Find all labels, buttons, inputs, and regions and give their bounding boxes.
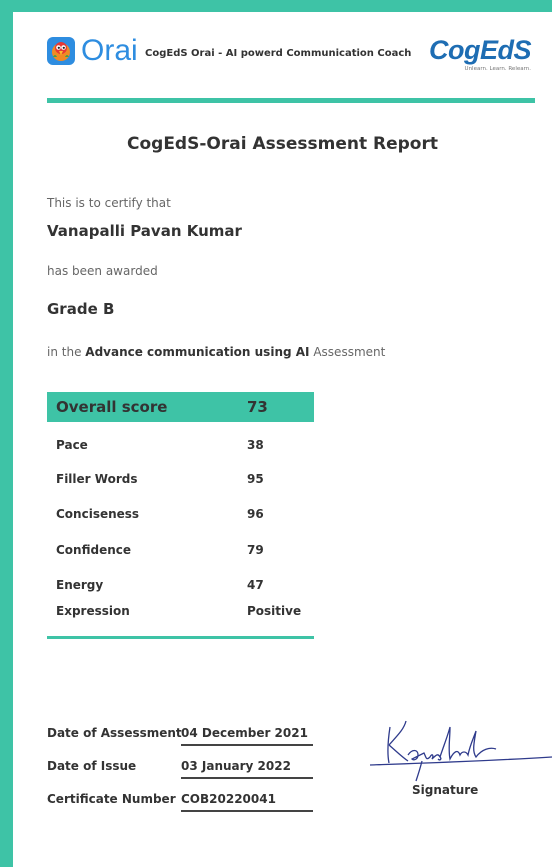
header-tagline: CogEdS Orai - AI powerd Communication Co…: [145, 48, 412, 59]
score-value: 79: [247, 543, 264, 557]
score-value: Positive: [247, 604, 302, 618]
parrot-icon: [47, 37, 75, 65]
assessment-suffix: Assessment: [313, 345, 386, 359]
score-label: Filler Words: [56, 472, 138, 486]
score-value: 96: [247, 507, 264, 521]
cogeds-motto: Unlearn. Learn. Relearn.: [464, 66, 531, 72]
orai-brand: Orai: [81, 34, 138, 67]
score-label: Pace: [56, 438, 88, 452]
score-value: 95: [247, 472, 264, 486]
assessment-name: Advance communication using AI: [85, 345, 310, 359]
date-of-issue-value: 03 January 2022: [181, 759, 313, 779]
assessment-prefix: in the: [47, 345, 82, 359]
grade: Grade B: [47, 300, 115, 318]
awarded-text: has been awarded: [47, 264, 158, 278]
cogeds-brand: CogEdS: [429, 35, 532, 65]
header-divider: [47, 98, 535, 103]
header: Orai CogEdS Orai - AI powerd Communicati…: [47, 36, 537, 84]
overall-score-value: 73: [247, 398, 268, 416]
orai-logo: Orai: [47, 36, 138, 66]
score-value: 47: [247, 578, 264, 592]
date-of-assessment-label: Date of Assessment: [47, 726, 182, 740]
score-label: Conciseness: [56, 507, 140, 521]
recipient-name: Vanapalli Pavan Kumar: [47, 222, 242, 240]
certify-text: This is to certify that: [47, 196, 171, 210]
signature-label: Signature: [412, 783, 479, 797]
score-table-divider: [47, 636, 314, 639]
score-value: 38: [247, 438, 264, 452]
score-table: Overall score 73 Pace 38 Filler Words 95…: [47, 392, 314, 639]
cogeds-logo: CogEdS Unlearn. Learn. Relearn.: [429, 35, 532, 72]
date-of-assessment-value: 04 December 2021: [181, 726, 313, 746]
overall-score-row: Overall score 73: [47, 392, 314, 422]
score-label: Confidence: [56, 543, 132, 557]
date-of-issue-label: Date of Issue: [47, 759, 137, 773]
overall-score-label: Overall score: [56, 398, 168, 416]
assessment-line: in the Advance communication using AI As…: [47, 345, 385, 359]
signature-block: Signature: [368, 715, 552, 815]
score-label: Expression: [56, 604, 130, 618]
certificate-number-value: COB20220041: [181, 792, 313, 812]
certificate-number-label: Certificate Number: [47, 792, 176, 806]
handwritten-signature: [369, 720, 552, 782]
report-title: CogEdS-Orai Assessment Report: [127, 134, 438, 154]
score-label: Energy: [56, 578, 104, 592]
